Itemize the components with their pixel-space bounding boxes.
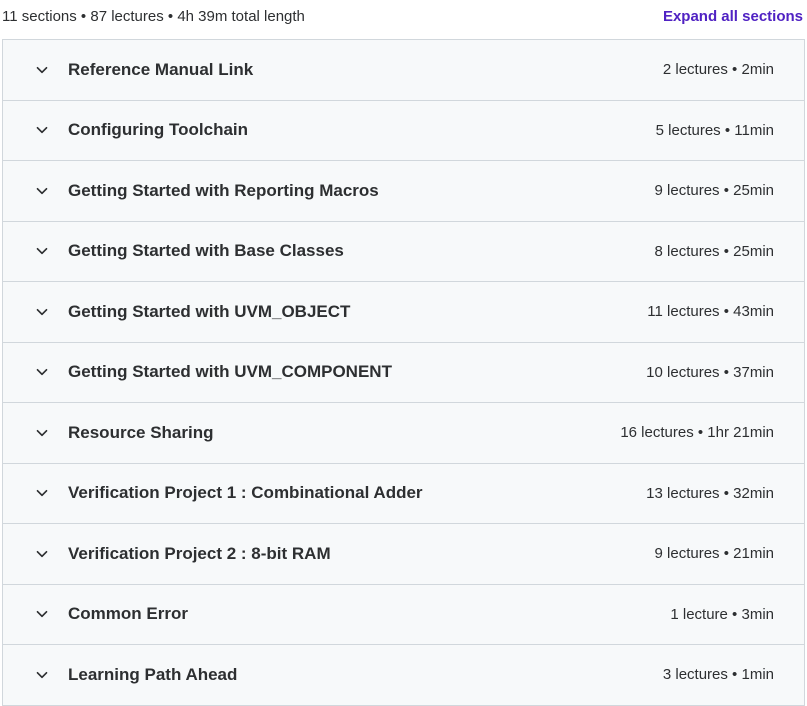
section-title: Getting Started with Base Classes	[68, 241, 344, 261]
section-row[interactable]: Verification Project 1 : Combinational A…	[3, 463, 804, 524]
section-title: Getting Started with Reporting Macros	[68, 180, 379, 200]
section-title: Reference Manual Link	[68, 59, 254, 79]
section-meta: 9 lectures • 21min	[654, 545, 774, 563]
section-meta: 13 lectures • 32min	[646, 484, 774, 502]
chevron-down-icon	[34, 425, 50, 441]
section-row[interactable]: Learning Path Ahead 3 lectures • 1min	[3, 645, 804, 706]
expand-all-sections-button[interactable]: Expand all sections	[663, 8, 803, 26]
chevron-down-icon	[34, 304, 50, 320]
section-meta: 2 lectures • 2min	[662, 61, 774, 79]
section-title: Learning Path Ahead	[68, 664, 238, 684]
chevron-down-icon	[34, 122, 50, 138]
section-meta: 16 lectures • 1hr 21min	[620, 424, 774, 442]
section-meta: 9 lectures • 25min	[654, 182, 774, 200]
curriculum-summary-bar: 11 sections • 87 lectures • 4h 39m total…	[0, 0, 807, 39]
section-row[interactable]: Resource Sharing 16 lectures • 1hr 21min	[3, 403, 804, 464]
section-title: Common Error	[68, 604, 188, 624]
curriculum-section-list: Reference Manual Link 2 lectures • 2min …	[2, 39, 805, 706]
section-row[interactable]: Getting Started with UVM_COMPONENT 10 le…	[3, 342, 804, 403]
section-row[interactable]: Verification Project 2 : 8-bit RAM 9 lec…	[3, 524, 804, 585]
curriculum-summary-text: 11 sections • 87 lectures • 4h 39m total…	[2, 8, 305, 25]
section-meta: 1 lecture • 3min	[670, 605, 774, 623]
chevron-down-icon	[34, 183, 50, 199]
section-title: Getting Started with UVM_OBJECT	[68, 301, 351, 321]
chevron-down-icon	[34, 546, 50, 562]
chevron-down-icon	[34, 62, 50, 78]
chevron-down-icon	[34, 485, 50, 501]
section-title: Resource Sharing	[68, 422, 214, 442]
chevron-down-icon	[34, 243, 50, 259]
section-row[interactable]: Common Error 1 lecture • 3min	[3, 584, 804, 645]
section-title: Verification Project 2 : 8-bit RAM	[68, 543, 331, 563]
section-row[interactable]: Getting Started with Base Classes 8 lect…	[3, 221, 804, 282]
section-meta: 5 lectures • 11min	[655, 121, 774, 139]
section-meta: 10 lectures • 37min	[646, 363, 774, 381]
section-meta: 8 lectures • 25min	[654, 242, 774, 260]
section-row[interactable]: Reference Manual Link 2 lectures • 2min	[3, 40, 804, 101]
section-title: Getting Started with UVM_COMPONENT	[68, 362, 392, 382]
section-row[interactable]: Configuring Toolchain 5 lectures • 11min	[3, 100, 804, 161]
section-title: Verification Project 1 : Combinational A…	[68, 483, 423, 503]
section-row[interactable]: Getting Started with Reporting Macros 9 …	[3, 161, 804, 222]
section-meta: 11 lectures • 43min	[647, 303, 774, 321]
chevron-down-icon	[34, 667, 50, 683]
section-row[interactable]: Getting Started with UVM_OBJECT 11 lectu…	[3, 282, 804, 343]
section-meta: 3 lectures • 1min	[662, 666, 774, 684]
chevron-down-icon	[34, 606, 50, 622]
chevron-down-icon	[34, 364, 50, 380]
section-title: Configuring Toolchain	[68, 120, 249, 140]
